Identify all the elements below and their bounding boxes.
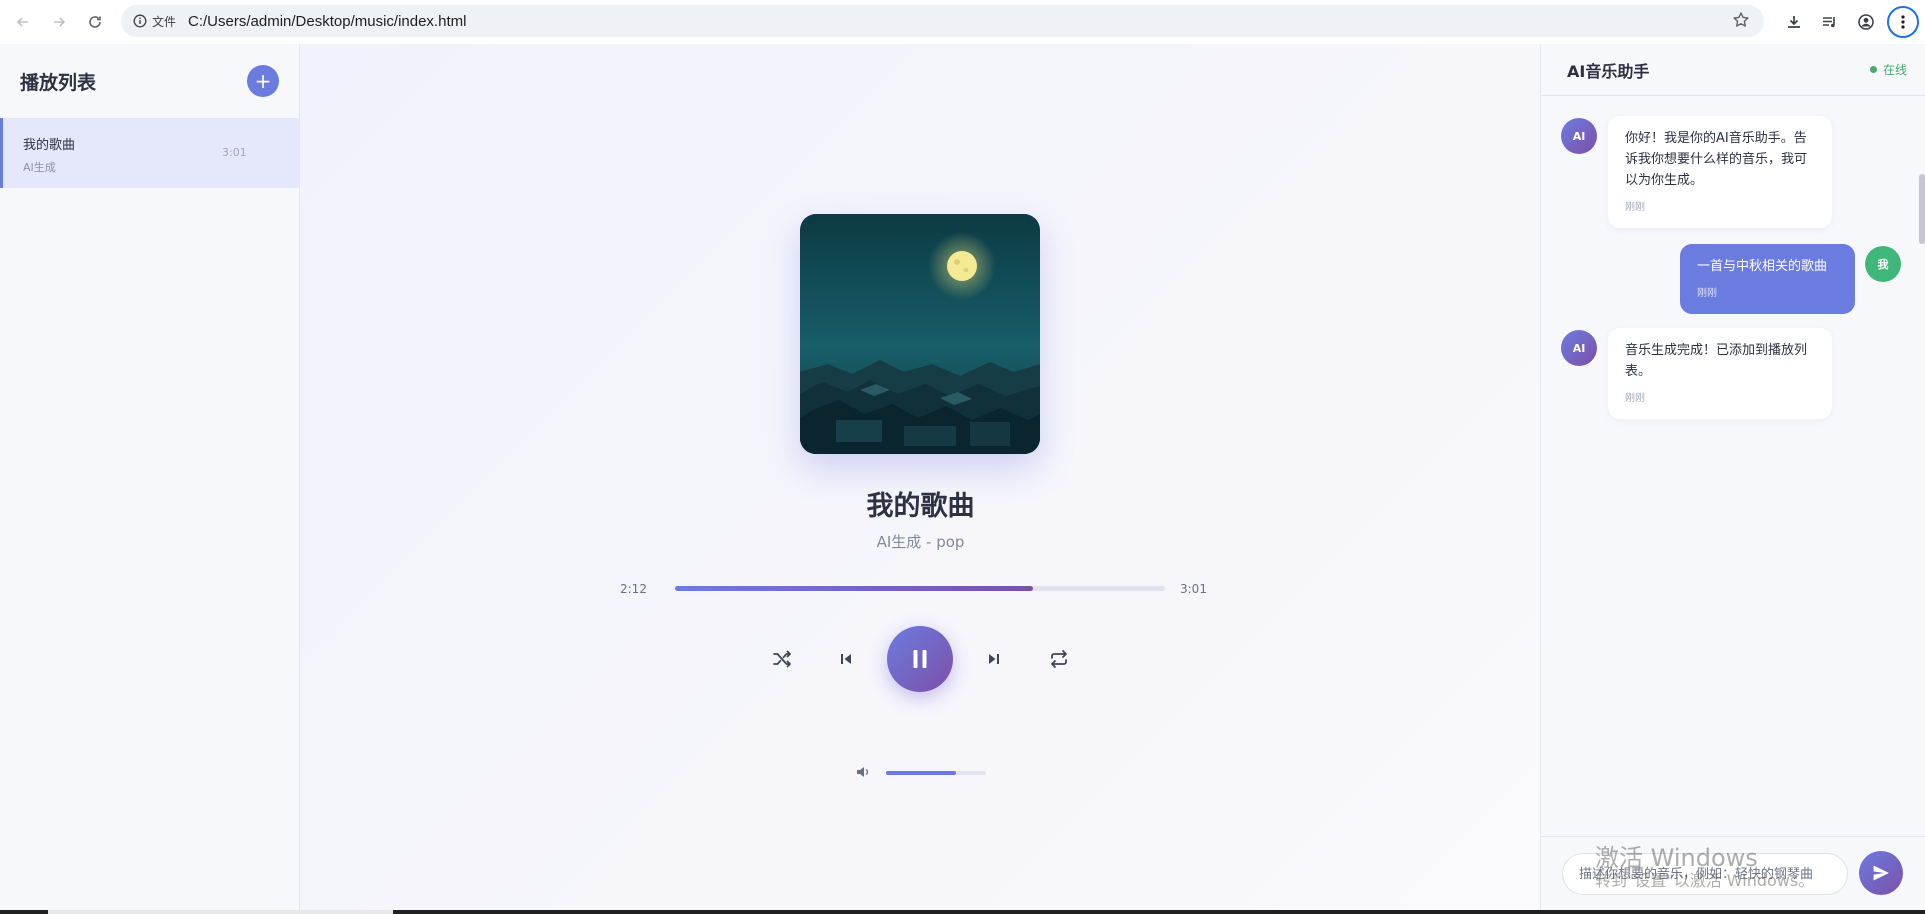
progress-bar[interactable] <box>675 586 1165 591</box>
status-text: 在线 <box>1882 63 1907 77</box>
forward-button[interactable] <box>46 9 72 35</box>
assistant-header: AI音乐助手 在线 <box>1541 44 1925 96</box>
profile-button[interactable] <box>1851 7 1881 37</box>
status-dot-icon <box>1869 66 1877 73</box>
pause-icon <box>913 650 927 668</box>
message-text: 一首与中秋相关的歌曲 <box>1697 259 1828 274</box>
info-icon <box>133 14 147 28</box>
player-main: 我的歌曲 AI生成 - pop 2:12 3:01 <box>301 44 1540 910</box>
address-bar[interactable]: 文件 C:/Users/admin/Desktop/music/index.ht… <box>121 5 1764 37</box>
chat-input[interactable] <box>1562 853 1848 895</box>
chat-message: 音乐生成完成！已添加到播放列表。 刚刚 <box>1608 328 1832 419</box>
message-time: 刚刚 <box>1625 393 1645 404</box>
browser-menu-button[interactable] <box>1887 6 1919 38</box>
now-playing-title: 我的歌曲 <box>866 491 975 522</box>
reload-icon <box>89 16 101 28</box>
play-pause-button[interactable] <box>887 626 953 692</box>
shuffle-icon <box>773 650 791 668</box>
bookmark-button[interactable] <box>1732 11 1750 33</box>
queue-music-icon <box>1823 17 1835 28</box>
site-label: 文件 <box>152 14 177 29</box>
playlist-sidebar: 播放列表 + 我的歌曲 AI生成 3:01 <box>0 44 300 910</box>
download-icon <box>1788 16 1800 28</box>
chat-input-area <box>1541 836 1925 910</box>
repeat-button[interactable] <box>1043 643 1075 675</box>
user-avatar: 我 <box>1865 246 1901 282</box>
message-text: 音乐生成完成！已添加到播放列表。 <box>1625 343 1808 379</box>
message-time: 刚刚 <box>1697 288 1717 299</box>
add-song-button[interactable]: + <box>247 65 279 97</box>
send-button[interactable] <box>1859 851 1903 895</box>
arrow-right-icon <box>54 17 66 27</box>
media-controls-button[interactable] <box>1815 7 1845 37</box>
ai-avatar: AI <box>1561 118 1597 154</box>
assistant-title: AI音乐助手 <box>1567 61 1650 81</box>
volume-fill <box>886 771 956 775</box>
chat-scrollbar[interactable] <box>1919 174 1925 244</box>
taskbar-segment <box>48 910 393 914</box>
message-time: 刚刚 <box>1625 202 1645 213</box>
playlist-item-name: 我的歌曲 <box>23 138 76 153</box>
shuffle-button[interactable] <box>766 643 798 675</box>
url-text[interactable]: C:/Users/admin/Desktop/music/index.html <box>188 13 466 30</box>
playlist-header: 播放列表 + <box>0 44 299 118</box>
reload-button[interactable] <box>82 9 108 35</box>
repeat-icon <box>1051 650 1067 668</box>
chat-message: 一首与中秋相关的歌曲 刚刚 <box>1680 244 1855 314</box>
message-text: 你好！我是你的AI音乐助手。告诉我你想要什么样的音乐，我可以为你生成。 <box>1625 131 1808 188</box>
total-time: 3:01 <box>1180 582 1207 596</box>
arrow-left-icon <box>16 17 28 27</box>
star-icon <box>1733 12 1749 27</box>
back-button[interactable] <box>10 9 36 35</box>
ai-avatar: AI <box>1561 330 1597 366</box>
playlist-item-artist: AI生成 <box>23 161 56 174</box>
moonlit-night-artwork <box>800 214 1040 454</box>
playlist-item-duration: 3:01 <box>222 146 247 159</box>
album-cover <box>800 214 1040 454</box>
browser-toolbar: 文件 C:/Users/admin/Desktop/music/index.ht… <box>0 0 1925 44</box>
progress-fill <box>675 586 1033 591</box>
now-playing-subtitle: AI生成 - pop <box>876 533 965 551</box>
volume-icon <box>857 767 869 777</box>
more-vertical-icon <box>1901 15 1905 29</box>
volume-slider[interactable] <box>886 771 986 775</box>
volume-button[interactable] <box>855 764 871 784</box>
next-button[interactable] <box>978 643 1010 675</box>
skip-next-icon <box>989 654 999 664</box>
taskbar <box>0 910 1925 914</box>
downloads-button[interactable] <box>1779 7 1809 37</box>
chat-message: 你好！我是你的AI音乐助手。告诉我你想要什么样的音乐，我可以为你生成。 刚刚 <box>1608 116 1832 228</box>
playlist-item[interactable]: 我的歌曲 AI生成 3:01 <box>0 118 299 188</box>
ai-assistant-panel: AI音乐助手 在线 AI 你好！我是你的AI音乐助手。告诉我你想要什么样的音乐，… <box>1540 44 1925 910</box>
site-info-chip[interactable]: 文件 <box>133 13 176 30</box>
skip-previous-icon <box>841 654 851 664</box>
online-status: 在线 <box>1869 61 1907 78</box>
account-icon <box>1858 14 1874 30</box>
send-icon <box>1873 865 1889 881</box>
current-time: 2:12 <box>620 582 647 596</box>
browser-actions <box>1779 0 1925 44</box>
previous-button[interactable] <box>830 643 862 675</box>
playlist-title: 播放列表 <box>20 71 97 94</box>
